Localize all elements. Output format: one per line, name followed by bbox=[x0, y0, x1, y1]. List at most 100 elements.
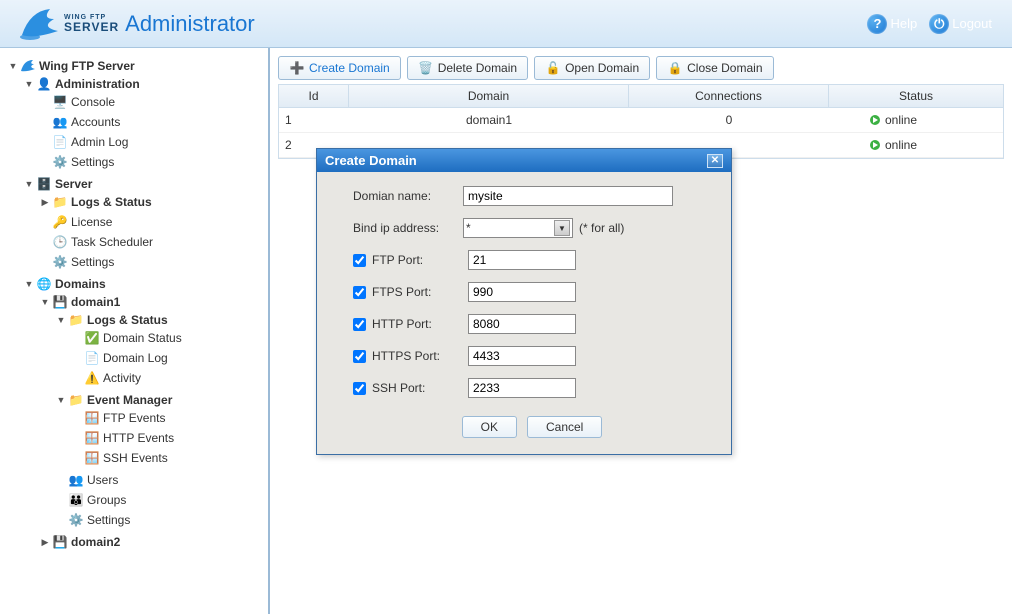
tree-d1-logs[interactable]: ▼📁Logs & Status bbox=[56, 312, 264, 328]
open-icon: 🔓 bbox=[545, 60, 561, 76]
close-icon: ✕ bbox=[711, 155, 719, 166]
th-connections[interactable]: Connections bbox=[629, 85, 829, 107]
tree-d1-logs-label: Logs & Status bbox=[87, 313, 168, 327]
tree-groups[interactable]: 👪Groups bbox=[56, 492, 264, 508]
tree-server[interactable]: ▼ 🗄️ Server bbox=[24, 176, 264, 192]
tree-domain2[interactable]: ▶ 💾 domain2 bbox=[40, 534, 264, 550]
create-domain-button[interactable]: ➕Create Domain bbox=[278, 56, 401, 80]
globe-icon: 🌐 bbox=[36, 276, 52, 292]
logout-button[interactable]: ⏻ Logout bbox=[929, 14, 992, 34]
tree-administration[interactable]: ▼ 👤 Administration bbox=[24, 76, 264, 92]
tree-domain1[interactable]: ▼ 💾 domain1 bbox=[40, 294, 264, 310]
online-icon bbox=[869, 139, 881, 151]
tree-accounts[interactable]: 👥Accounts bbox=[40, 114, 264, 130]
tree-adminlog[interactable]: 📄Admin Log bbox=[40, 134, 264, 150]
ok-button[interactable]: OK bbox=[462, 416, 517, 438]
close-icon: 🔒 bbox=[667, 60, 683, 76]
ssh-port-label: SSH Port: bbox=[372, 381, 468, 395]
dialog-title-bar[interactable]: Create Domain ✕ bbox=[317, 149, 731, 172]
sidebar: ▼ Wing FTP Server ▼ 👤 Administration 🖥️C… bbox=[0, 48, 270, 614]
th-id[interactable]: Id bbox=[279, 85, 349, 107]
bind-ip-hint: (* for all) bbox=[579, 221, 624, 235]
bind-ip-select[interactable]: * ▼ bbox=[463, 218, 573, 238]
help-icon: ? bbox=[867, 14, 887, 34]
tree-activity-label: Activity bbox=[103, 371, 141, 385]
tree-root[interactable]: ▼ Wing FTP Server bbox=[8, 58, 264, 74]
dialog-title: Create Domain bbox=[325, 153, 417, 168]
tree-accounts-label: Accounts bbox=[71, 115, 120, 129]
ok-label: OK bbox=[481, 420, 498, 434]
ssh-port-checkbox[interactable] bbox=[353, 382, 366, 395]
cell-conn: 0 bbox=[629, 110, 829, 130]
tree-users-label: Users bbox=[87, 473, 118, 487]
tree-server-logs[interactable]: ▶📁Logs & Status bbox=[40, 194, 264, 210]
tree-license-label: License bbox=[71, 215, 112, 229]
delete-domain-button[interactable]: 🗑️ Delete Domain bbox=[407, 56, 528, 80]
http-port-checkbox[interactable] bbox=[353, 318, 366, 331]
tree-ftp-events-label: FTP Events bbox=[103, 411, 165, 425]
cancel-button[interactable]: Cancel bbox=[527, 416, 602, 438]
tree-http-events[interactable]: 🪟HTTP Events bbox=[72, 430, 264, 446]
delete-domain-label: Delete Domain bbox=[438, 61, 517, 75]
chevron-down-icon: ▼ bbox=[24, 179, 34, 189]
wing-logo-icon bbox=[20, 5, 60, 43]
clock-icon: 🕒 bbox=[52, 234, 68, 250]
wing-icon bbox=[20, 58, 36, 74]
close-domain-label: Close Domain bbox=[687, 61, 762, 75]
domain-name-label: Domian name: bbox=[353, 189, 463, 203]
tree-event-manager-label: Event Manager bbox=[87, 393, 172, 407]
tree-users[interactable]: 👥Users bbox=[56, 472, 264, 488]
chevron-down-icon: ▼ bbox=[24, 279, 34, 289]
tree-http-events-label: HTTP Events bbox=[103, 431, 174, 445]
open-domain-button[interactable]: 🔓Open Domain bbox=[534, 56, 650, 80]
ftp-port-checkbox[interactable] bbox=[353, 254, 366, 267]
tree-domains[interactable]: ▼ 🌐 Domains bbox=[24, 276, 264, 292]
drive-icon: 💾 bbox=[52, 294, 68, 310]
dialog-close-button[interactable]: ✕ bbox=[707, 154, 723, 168]
tree-console[interactable]: 🖥️Console bbox=[40, 94, 264, 110]
tree-admin-settings[interactable]: ⚙️Settings bbox=[40, 154, 264, 170]
activity-icon: ⚠️ bbox=[84, 370, 100, 386]
tree-server-settings[interactable]: ⚙️Settings bbox=[40, 254, 264, 270]
chevron-down-icon: ▼ bbox=[8, 61, 18, 71]
th-status[interactable]: Status bbox=[829, 85, 1003, 107]
tree-domain-status-label: Domain Status bbox=[103, 331, 182, 345]
ftps-port-input[interactable] bbox=[468, 282, 576, 302]
delete-icon: 🗑️ bbox=[418, 60, 434, 76]
accounts-icon: 👥 bbox=[52, 114, 68, 130]
create-domain-dialog: Create Domain ✕ Domian name: Bind ip add… bbox=[316, 148, 732, 455]
tree-domain-status[interactable]: ✅Domain Status bbox=[72, 330, 264, 346]
ftps-port-checkbox[interactable] bbox=[353, 286, 366, 299]
add-icon: ➕ bbox=[289, 60, 305, 76]
help-button[interactable]: ? Help bbox=[867, 14, 917, 34]
domain-name-input[interactable] bbox=[463, 186, 673, 206]
window-icon: 🪟 bbox=[84, 430, 100, 446]
tree-d1-settings[interactable]: ⚙️Settings bbox=[56, 512, 264, 528]
ssh-port-input[interactable] bbox=[468, 378, 576, 398]
tree-domain2-label: domain2 bbox=[71, 535, 120, 549]
https-port-checkbox[interactable] bbox=[353, 350, 366, 363]
tree-administration-label: Administration bbox=[55, 77, 140, 91]
chevron-down-icon: ▼ bbox=[24, 79, 34, 89]
status-text: online bbox=[885, 138, 917, 152]
tree-ftp-events[interactable]: 🪟FTP Events bbox=[72, 410, 264, 426]
tree-event-manager[interactable]: ▼📁Event Manager bbox=[56, 392, 264, 408]
tree-license[interactable]: 🔑License bbox=[40, 214, 264, 230]
user-icon: 👤 bbox=[36, 76, 52, 92]
tree-task-scheduler[interactable]: 🕒Task Scheduler bbox=[40, 234, 264, 250]
ftp-port-input[interactable] bbox=[468, 250, 576, 270]
https-port-label: HTTPS Port: bbox=[372, 349, 468, 363]
console-icon: 🖥️ bbox=[52, 94, 68, 110]
https-port-input[interactable] bbox=[468, 346, 576, 366]
tree-ssh-events[interactable]: 🪟SSH Events bbox=[72, 450, 264, 466]
tree-domain-log[interactable]: 📄Domain Log bbox=[72, 350, 264, 366]
chevron-down-icon: ▼ bbox=[40, 297, 50, 307]
tree-activity[interactable]: ⚠️Activity bbox=[72, 370, 264, 386]
http-port-input[interactable] bbox=[468, 314, 576, 334]
th-domain[interactable]: Domain bbox=[349, 85, 629, 107]
cell-id: 1 bbox=[279, 110, 349, 130]
chevron-right-icon: ▶ bbox=[40, 537, 50, 548]
app-header: WING FTP SERVER Administrator ? Help ⏻ L… bbox=[0, 0, 1012, 48]
table-row[interactable]: 1 domain1 0 online bbox=[279, 108, 1003, 133]
close-domain-button[interactable]: 🔒 Close Domain bbox=[656, 56, 773, 80]
